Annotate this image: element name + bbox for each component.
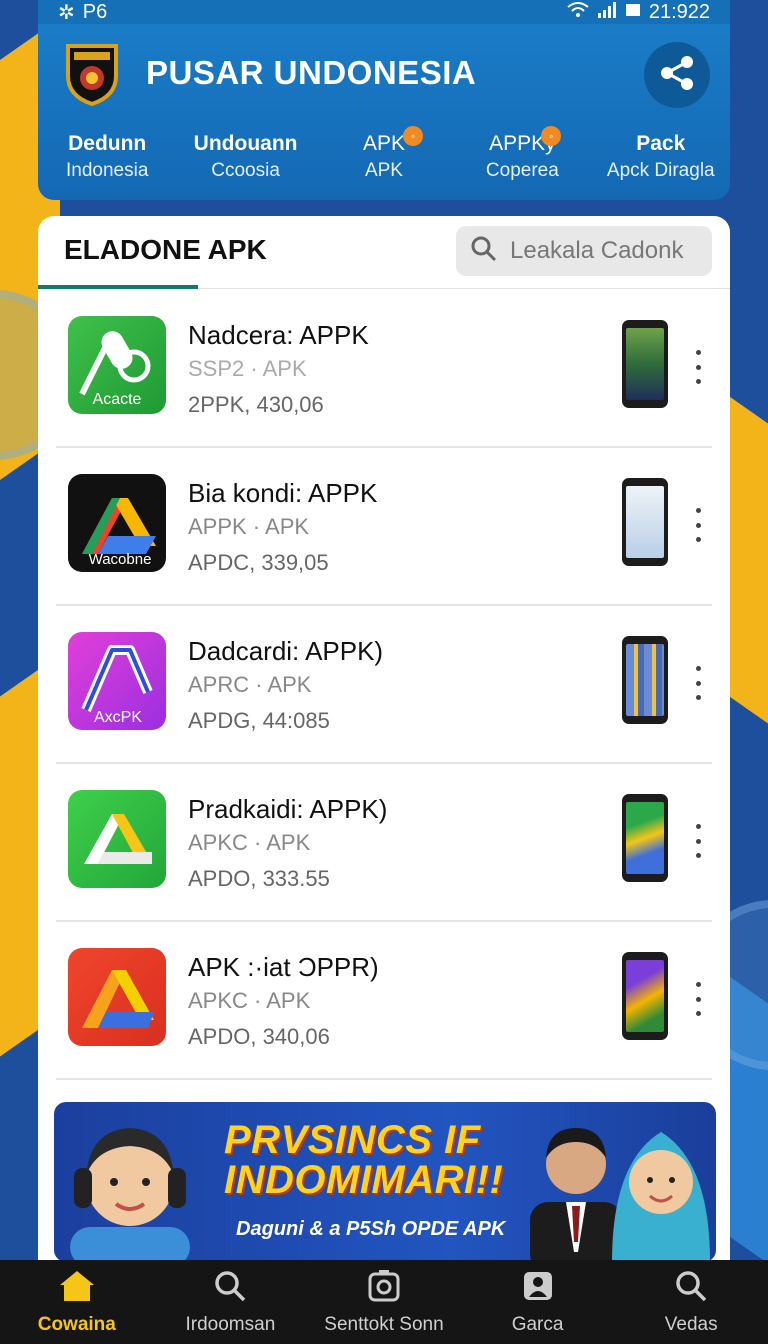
banner-tagline: Daguni & a P5Sh OPDE APK — [236, 1218, 506, 1240]
banner-headline-line1: PRVSINCS IF — [224, 1118, 481, 1162]
notification-icon: ✲ — [58, 1, 75, 24]
app-subtitle: APRC · APK — [188, 672, 312, 697]
app-icon — [68, 790, 166, 888]
list-item[interactable]: APK :·iat ƆPPR) APKC · APK APDO, 340,06 — [56, 922, 712, 1080]
app-name: Dadcardi: APPK) — [188, 636, 384, 666]
list-item[interactable]: AxcPK Dadcardi: APPK) APRC · APK APDG, 4… — [56, 606, 712, 764]
app-screenshot-thumbnail[interactable] — [622, 952, 668, 1040]
app-icon-label: AxcPK — [94, 709, 142, 726]
status-time: 21:922 — [648, 0, 710, 23]
app-subtitle: APPK · APK — [188, 514, 310, 539]
nav-camera[interactable]: Senttokt Sonn — [309, 1269, 459, 1336]
list-item[interactable]: Wacobne Bia kondi: APPK APPK · APK APDC,… — [56, 448, 712, 606]
nav-label: Garca — [511, 1313, 564, 1335]
notification-badge: ◦ — [402, 126, 423, 146]
more-options-icon[interactable] — [688, 824, 708, 858]
tab-pack[interactable]: Pack Apck Diragla — [606, 132, 716, 182]
search-icon — [470, 235, 498, 268]
nav-label: Irdoomsan — [185, 1313, 276, 1335]
tab-title: Dedunn — [68, 132, 147, 155]
nav-label: Vedas — [664, 1313, 718, 1335]
app-icon-label: Wacobne — [89, 551, 152, 568]
wifi-icon — [567, 1, 589, 24]
search-icon — [674, 1269, 708, 1308]
app-name: Bia kondi: APPK — [188, 478, 378, 508]
tab-appky[interactable]: ◦ APPKy Coperea — [467, 126, 577, 182]
tab-dedunn[interactable]: Dedunn Indonesia — [52, 132, 162, 182]
app-meta: APDO, 340,06 — [188, 1024, 330, 1049]
tab-title: Pack — [636, 132, 686, 155]
tab-subtitle: Coperea — [485, 160, 559, 181]
tab-subtitle: Indonesia — [65, 160, 149, 181]
status-bar: ✲ P6 21:922 — [38, 0, 730, 24]
banner-headline: PRVSINCS IF INDOMIMARI!! — [224, 1120, 503, 1200]
app-icon: Wacobne — [68, 474, 166, 572]
app-icon-label: Acacte — [93, 391, 142, 408]
tab-apk[interactable]: ◦ APK APK — [329, 126, 439, 182]
more-options-icon[interactable] — [688, 666, 708, 700]
app-screenshot-thumbnail[interactable] — [622, 636, 668, 724]
main-card: ELADONE APK Acacte Nadcera: APPK SSP2 · … — [38, 216, 730, 1276]
search-box[interactable] — [456, 226, 712, 276]
app-icon — [68, 948, 166, 1046]
nav-search[interactable]: Irdoomsan — [155, 1269, 305, 1336]
app-name: Pradkaidi: APPK) — [188, 794, 388, 824]
banner-woman-illustration — [612, 1132, 710, 1262]
status-left-text: P6 — [82, 0, 108, 23]
app-subtitle: APKC · APK — [188, 988, 311, 1013]
app-subtitle: APKC · APK — [188, 830, 311, 855]
app-meta: APDO, 333.55 — [188, 866, 330, 891]
banner-person-illustration — [70, 1128, 190, 1262]
tab-undouann[interactable]: Undouann Ccoosia — [191, 132, 301, 182]
app-title: PUSAR UNDONESIA — [146, 54, 477, 91]
share-button[interactable] — [644, 42, 710, 108]
tab-subtitle: Apck Diragla — [606, 160, 715, 181]
nav-videos[interactable]: Vedas — [616, 1269, 766, 1336]
app-screenshot-thumbnail[interactable] — [622, 320, 668, 408]
app-name: APK :·iat ƆPPR) — [188, 952, 379, 982]
tab-subtitle: Ccoosia — [211, 160, 280, 181]
search-icon — [213, 1269, 247, 1308]
more-options-icon[interactable] — [688, 982, 708, 1016]
app-meta: APDG, 44:085 — [188, 708, 330, 733]
list-item[interactable]: Acacte Nadcera: APPK SSP2 · APK 2PPK, 43… — [56, 290, 712, 448]
active-section-indicator — [38, 285, 198, 289]
nav-label: Senttokt Sonn — [324, 1313, 444, 1335]
camera-icon — [367, 1269, 401, 1308]
banner-headline-line2: INDOMIMARI!! — [224, 1158, 504, 1202]
search-input[interactable] — [510, 237, 700, 265]
nav-home[interactable]: Cowaina — [2, 1269, 152, 1336]
app-logo — [62, 40, 122, 107]
app-icon: AxcPK — [68, 632, 166, 730]
battery-icon — [625, 1, 641, 24]
category-tabs: Dedunn Indonesia Undouann Ccoosia ◦ APK … — [38, 126, 730, 182]
app-meta: 2PPK, 430,06 — [188, 392, 324, 417]
share-icon — [657, 53, 697, 98]
app-icon: Acacte — [68, 316, 166, 414]
section-title: ELADONE APK — [64, 234, 267, 265]
more-options-icon[interactable] — [688, 350, 708, 384]
app-meta: APDC, 339,05 — [188, 550, 329, 575]
home-icon — [58, 1269, 96, 1308]
tab-title: Undouann — [193, 132, 298, 155]
image-icon — [521, 1269, 555, 1308]
app-screenshot-thumbnail[interactable] — [622, 478, 668, 566]
more-options-icon[interactable] — [688, 508, 708, 542]
bottom-navigation: Cowaina Irdoomsan Senttokt Sonn Garca Ve… — [0, 1260, 768, 1344]
list-item[interactable]: Pradkaidi: APPK) APKC · APK APDO, 333.55 — [56, 764, 712, 922]
nav-gallery[interactable]: Garca — [463, 1269, 613, 1336]
app-list: Acacte Nadcera: APPK SSP2 · APK 2PPK, 43… — [38, 290, 730, 1080]
app-subtitle: SSP2 · APK — [188, 356, 307, 381]
app-screenshot-thumbnail[interactable] — [622, 794, 668, 882]
app-header: PUSAR UNDONESIA Dedunn Indonesia Undouan… — [38, 24, 730, 200]
app-name: Nadcera: APPK — [188, 320, 369, 350]
promo-banner[interactable]: PRVSINCS IF INDOMIMARI!! Daguni & a P5Sh… — [54, 1102, 716, 1262]
nav-label: Cowaina — [37, 1313, 116, 1335]
signal-icon — [597, 1, 617, 24]
tab-subtitle: APK — [364, 160, 403, 181]
